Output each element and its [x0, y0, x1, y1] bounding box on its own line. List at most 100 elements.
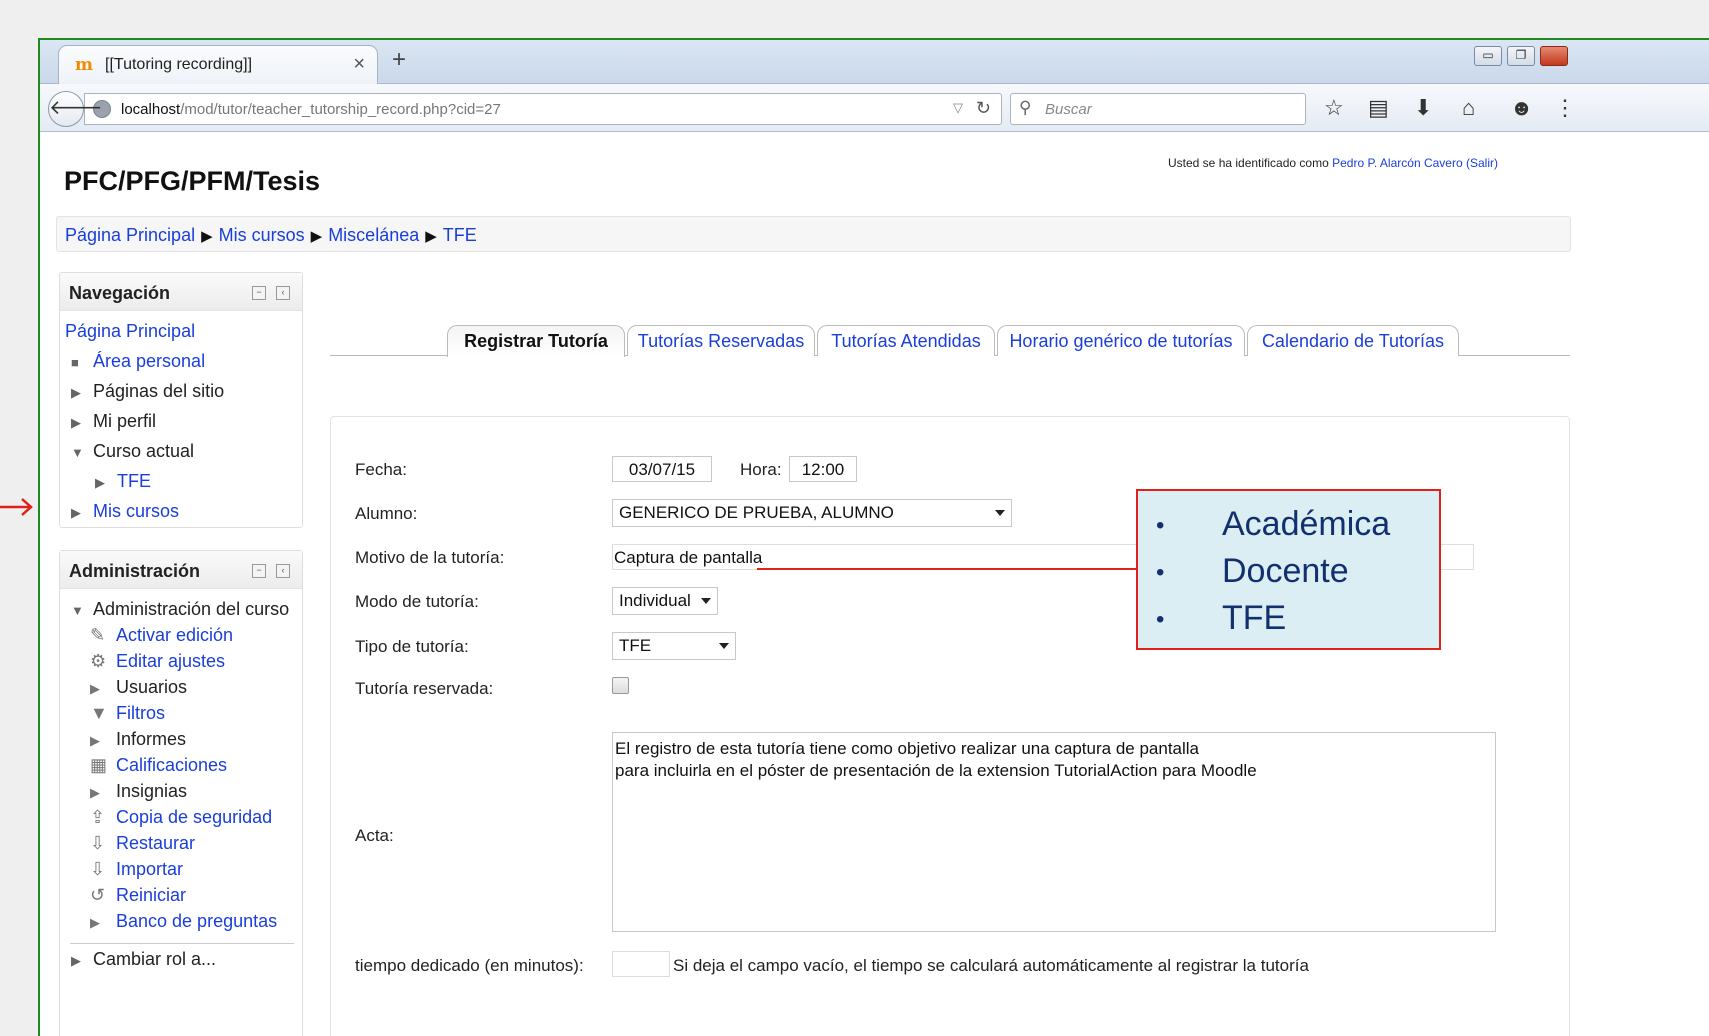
expand-icon: ▶: [71, 505, 81, 520]
admin-item-import[interactable]: ⇩ Importar: [90, 859, 183, 880]
time-spent-input[interactable]: [612, 951, 670, 977]
new-tab-button[interactable]: +: [392, 47, 406, 73]
collapse-tree-icon: ▼: [71, 445, 84, 460]
chat-icon[interactable]: ☻: [1510, 95, 1533, 121]
collapse-icon[interactable]: −: [252, 286, 266, 300]
chevron-down-icon: [701, 598, 711, 604]
moodle-icon: m: [75, 55, 93, 75]
tab-calendar[interactable]: Calendario de Tutorías: [1247, 325, 1459, 356]
expand-icon: ▶: [71, 385, 81, 400]
divider: [70, 943, 294, 944]
tab-attended[interactable]: Tutorías Atendidas: [817, 325, 995, 356]
breadcrumb-my-courses[interactable]: Mis cursos: [219, 225, 305, 245]
admin-item-reset[interactable]: ↺ Reiniciar: [90, 885, 186, 906]
admin-item-badges[interactable]: ▶ Insignias: [90, 781, 187, 802]
student-label: Alumno:: [355, 504, 418, 523]
minutes-textarea[interactable]: El registro de esta tutoría tiene como o…: [612, 732, 1496, 932]
site-title: PFC/PFG/PFM/Tesis: [64, 166, 321, 196]
logout-link[interactable]: (Salir): [1466, 156, 1498, 170]
mode-label: Modo de tutoría:: [355, 592, 479, 611]
pencil-icon: ✎: [90, 625, 106, 645]
time-spent-label: tiempo dedicado (en minutos):: [355, 956, 584, 975]
tutorship-types-callout: • Académica • Docente • TFE: [1136, 489, 1441, 650]
collapse-icon[interactable]: −: [252, 564, 266, 578]
admin-item-filters[interactable]: ▼ Filtros: [90, 703, 165, 724]
menu-icon[interactable]: ⋮: [1554, 95, 1576, 121]
restore-icon[interactable]: ❐: [1507, 46, 1535, 66]
expand-icon: ▶: [90, 681, 100, 696]
dock-icon[interactable]: ‹: [276, 286, 290, 300]
type-select[interactable]: TFE: [612, 632, 736, 660]
reset-icon: ↺: [90, 885, 106, 905]
admin-item-backup[interactable]: ⇪ Copia de seguridad: [90, 807, 272, 828]
dock-icon[interactable]: ‹: [276, 564, 290, 578]
admin-item-question-bank[interactable]: ▶ Banco de preguntas: [90, 911, 277, 932]
search-input[interactable]: ⚲ Buscar: [1010, 93, 1306, 125]
breadcrumb-home[interactable]: Página Principal: [65, 225, 195, 245]
admin-item-reports[interactable]: ▶ Informes: [90, 729, 186, 750]
tab-register[interactable]: Registrar Tutoría: [447, 325, 625, 357]
admin-item-edit-mode[interactable]: ✎ Activar edición: [90, 625, 233, 646]
breadcrumb-misc[interactable]: Miscelánea: [328, 225, 419, 245]
date-field[interactable]: 03/07/15: [612, 456, 712, 482]
grades-table-icon: ▦: [90, 755, 108, 775]
close-window-icon[interactable]: [1540, 46, 1568, 66]
admin-item-restore[interactable]: ⇩ Restaurar: [90, 833, 195, 854]
import-icon: ⇩: [90, 859, 106, 879]
reading-list-icon[interactable]: ▤: [1368, 95, 1389, 121]
nav-item-my-profile[interactable]: ▶ Mi perfil: [71, 411, 156, 432]
search-icon: ⚲: [1019, 98, 1032, 117]
expand-icon: ▶: [90, 733, 100, 748]
bookmark-star-icon[interactable]: ☆: [1324, 95, 1344, 121]
chevron-down-icon: [719, 643, 729, 649]
minimize-icon[interactable]: ▭: [1474, 46, 1502, 66]
reason-label: Motivo de la tutoría:: [355, 548, 505, 567]
browser-tab[interactable]: m [[Tutoring recording]] ×: [58, 45, 378, 85]
nav-item-current-course[interactable]: ▼ Curso actual: [71, 441, 194, 462]
minutes-line-1: El registro de esta tutoría tiene como o…: [615, 739, 1200, 758]
minutes-label: Acta:: [355, 826, 394, 845]
callout-item-teaching: • Docente: [1156, 552, 1349, 590]
reserved-checkbox[interactable]: [612, 677, 629, 694]
nav-item-home[interactable]: Página Principal: [65, 321, 195, 342]
home-icon[interactable]: ⌂: [1462, 95, 1475, 121]
callout-item-academic: • Académica: [1156, 505, 1391, 543]
breadcrumb-tfe[interactable]: TFE: [443, 225, 477, 245]
admin-item-course-admin[interactable]: ▼ Administración del curso: [71, 599, 289, 620]
nav-item-site-pages[interactable]: ▶ Páginas del sitio: [71, 381, 224, 402]
expand-icon: ▶: [90, 785, 100, 800]
close-tab-icon[interactable]: ×: [353, 53, 365, 75]
downloads-icon[interactable]: ⬇: [1414, 95, 1432, 121]
url-bar[interactable]: localhost/mod/tutor/teacher_tutorship_re…: [84, 93, 1002, 125]
reload-icon[interactable]: ↻: [976, 98, 991, 119]
nav-item-my-courses[interactable]: ▶ Mis cursos: [71, 501, 179, 522]
tab-reserved[interactable]: Tutorías Reservadas: [627, 325, 815, 356]
admin-item-grades[interactable]: ▦ Calificaciones: [90, 755, 227, 776]
reserved-label: Tutoría reservada:: [355, 679, 494, 698]
student-select[interactable]: GENERICO DE PRUEBA, ALUMNO: [612, 499, 1012, 527]
back-button[interactable]: 🡐: [48, 91, 103, 127]
expand-icon: ▶: [90, 915, 100, 930]
navigation-block-title: Navegación: [69, 283, 171, 303]
breadcrumb-separator: ▶: [425, 228, 437, 245]
nav-item-personal-area[interactable]: ■ Área personal: [71, 351, 205, 372]
expand-icon: ▶: [71, 953, 81, 968]
user-link[interactable]: Pedro P. Alarcón Cavero: [1332, 156, 1463, 170]
upload-icon: ⇪: [90, 807, 106, 827]
breadcrumb-separator: ▶: [310, 228, 323, 245]
url-text: localhost/mod/tutor/teacher_tutorship_re…: [121, 101, 501, 118]
bullet-icon: ■: [71, 355, 79, 370]
url-dropdown-icon[interactable]: ▽: [953, 100, 963, 116]
tab-schedule[interactable]: Horario genérico de tutorías: [997, 325, 1245, 356]
expand-icon: ▶: [95, 475, 105, 490]
mode-select[interactable]: Individual: [612, 587, 718, 615]
nav-item-tfe[interactable]: ▶ TFE: [95, 471, 151, 492]
callout-item-tfe: • TFE: [1156, 599, 1287, 637]
admin-item-switch-role[interactable]: ▶ Cambiar rol a...: [71, 949, 216, 970]
admin-item-settings[interactable]: ⚙ Editar ajustes: [90, 651, 225, 672]
time-field[interactable]: 12:00: [789, 456, 857, 482]
expand-icon: ▶: [71, 415, 81, 430]
callout-connector: [757, 568, 1138, 570]
admin-item-users[interactable]: ▶ Usuarios: [90, 677, 187, 698]
minutes-line-2: para incluirla en el póster de presentac…: [615, 761, 1257, 780]
